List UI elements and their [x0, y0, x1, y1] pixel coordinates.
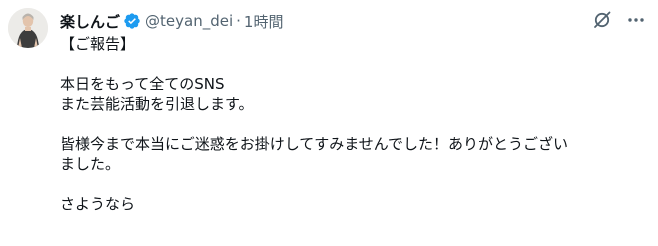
tweet-header: 楽しんご @teyan_dei · 1時間	[60, 10, 283, 32]
separator-dot: ·	[236, 12, 241, 30]
tweet-line	[60, 174, 644, 194]
more-icon[interactable]	[626, 10, 646, 30]
tweet-line: 【ご報告】	[60, 35, 136, 53]
tweet[interactable]: 楽しんご @teyan_dei · 1時間 【ご報告】 本日をもって全てのSNS…	[0, 0, 658, 246]
verified-badge-icon	[123, 12, 141, 30]
display-name[interactable]: 楽しんご	[60, 11, 120, 32]
tweet-line: また芸能活動を引退します。	[60, 95, 254, 113]
timestamp[interactable]: 1時間	[244, 11, 284, 32]
tweet-line	[60, 114, 644, 134]
tweet-line: さようなら	[60, 195, 136, 213]
avatar[interactable]	[8, 8, 48, 48]
tweet-line: ました。	[60, 155, 121, 173]
tweet-line: 本日をもって全てのSNS	[60, 75, 225, 93]
tweet-actions	[592, 10, 646, 30]
tweet-line: 皆様今まで本当にご迷惑をお掛けしてすみませんでした！ありがとうござい	[60, 135, 569, 153]
tweet-text: 【ご報告】 本日をもって全てのSNS また芸能活動を引退します。 皆様今まで本当…	[60, 34, 644, 214]
tweet-line	[60, 54, 644, 74]
grok-icon[interactable]	[592, 10, 612, 30]
user-handle[interactable]: @teyan_dei	[145, 12, 233, 30]
avatar-image	[8, 8, 48, 48]
